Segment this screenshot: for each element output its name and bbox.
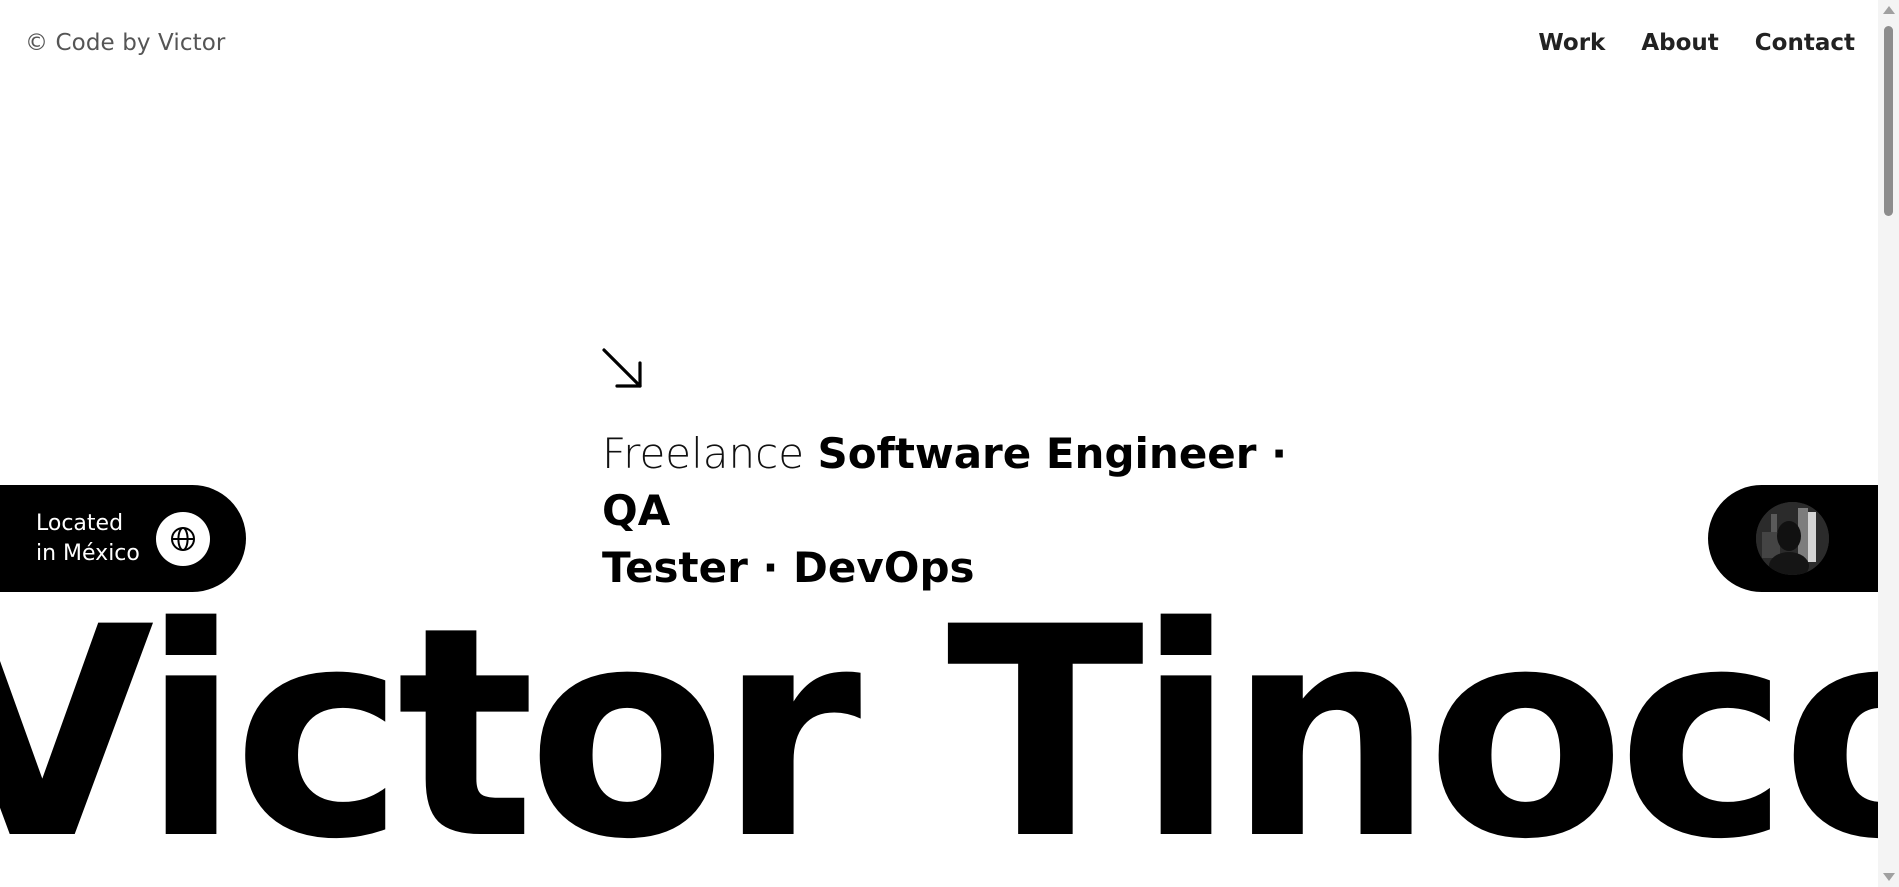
nav-about-link[interactable]: About xyxy=(1641,30,1718,56)
scroll-up-arrow-icon[interactable] xyxy=(1883,6,1895,14)
location-text: Located in México xyxy=(36,509,156,569)
arrow-down-right-icon xyxy=(602,348,642,388)
main-nav: Work About Contact xyxy=(1538,30,1855,56)
scroll-down-arrow-icon[interactable] xyxy=(1883,873,1895,881)
hero-marquee-name: Victor Tinoco - V xyxy=(0,566,1878,887)
tagline-light-text: Freelance xyxy=(602,429,805,478)
globe-icon xyxy=(156,512,210,566)
site-logo[interactable]: © Code by Victor xyxy=(25,30,225,56)
page: © Code by Victor Work About Contact Free… xyxy=(0,0,1878,887)
scrollbar-thumb[interactable] xyxy=(1884,26,1893,216)
nav-contact-link[interactable]: Contact xyxy=(1755,30,1855,56)
avatar xyxy=(1756,502,1829,575)
location-line2: in México xyxy=(36,540,140,566)
nav-work-link[interactable]: Work xyxy=(1538,30,1605,56)
location-line1: Located xyxy=(36,510,124,536)
page-scrollbar[interactable] xyxy=(1878,0,1899,887)
